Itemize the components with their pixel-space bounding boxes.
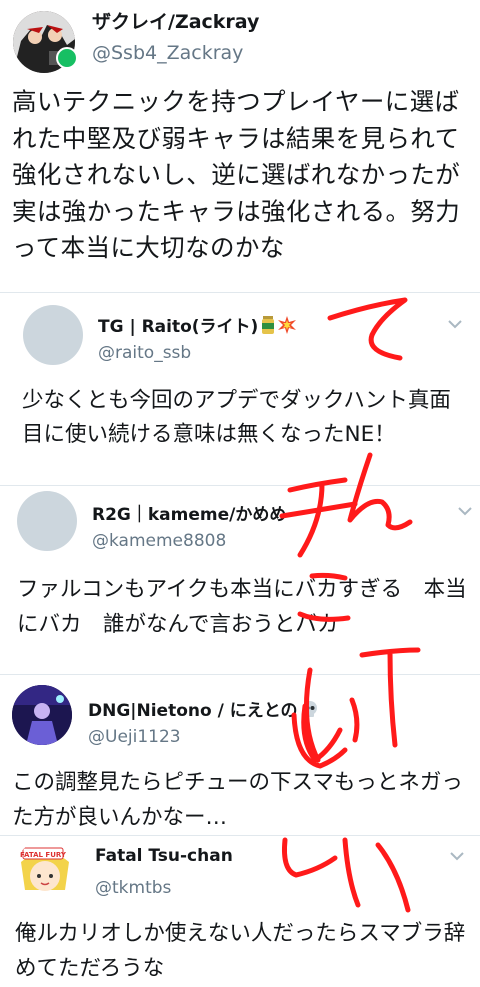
main-tweet-text: 高いテクニックを持つプレイヤーに選ばれた中堅及び弱キャラは結果を見られて強化され…	[12, 87, 461, 262]
reply-text: 俺ルカリオしか使えない人だったらスマブラ辞めてただろうな	[15, 921, 466, 981]
reply-text: この調整見たらピチューの下スマもっとネガった方が良いんかなー…	[12, 770, 463, 830]
reply-tweet[interactable]: R2G｜kameme/かめめ @kameme8808 ファルコンもアイクも本当に…	[0, 486, 480, 674]
reply-display-name[interactable]: Fatal Tsu-chan	[95, 846, 233, 866]
reply-text: 少なくとも今回のアプデでダックハント真面目に使い続ける意味は無くなったNE！	[22, 388, 451, 447]
reply-handle[interactable]: @raito_ssb	[98, 343, 191, 363]
skull-emoji-icon	[301, 700, 319, 723]
avatar-photo	[12, 685, 72, 745]
jar-emoji-icon	[261, 315, 275, 339]
reply-text: ファルコンもアイクも本当にバカすぎる 本当にバカ 誰がなんで言おうとバカ	[17, 577, 467, 637]
reply-display-name[interactable]: DNG|Nietono / にえとの	[88, 696, 319, 723]
reply-tweet[interactable]: FATAL FURY Fatal Tsu-chan @tkmtbs 俺ルカリオし…	[0, 836, 480, 987]
reply-avatar[interactable]	[23, 305, 83, 365]
main-tweet[interactable]: ザクレイ/Zackray @Ssb4_Zackray 高いテクニックを持つプレイ…	[0, 0, 480, 292]
chevron-down-icon[interactable]	[450, 851, 464, 861]
chevron-down-icon[interactable]	[448, 319, 462, 329]
avatar-illustration: FATAL FURY	[15, 840, 75, 900]
chevron-down-icon[interactable]	[458, 506, 472, 516]
reply-avatar[interactable]	[17, 491, 77, 551]
reply-handle[interactable]: @Ueji1123	[88, 727, 181, 747]
main-tweet-display-name[interactable]: ザクレイ/Zackray	[92, 7, 259, 34]
reply-display-name[interactable]: R2G｜kameme/かめめ	[92, 500, 286, 525]
reply-handle[interactable]: @tkmtbs	[95, 878, 171, 898]
reply-display-name[interactable]: TG | Raito(ライト)	[98, 312, 297, 339]
reply-tweet[interactable]: TG | Raito(ライト) @raito_ssb 少なくとも今回のアプデでダ…	[0, 293, 480, 485]
reply-avatar[interactable]: FATAL FURY	[15, 840, 75, 900]
collision-emoji-icon	[278, 315, 297, 339]
main-tweet-verified-circle-icon	[56, 47, 78, 69]
reply-avatar[interactable]	[12, 685, 72, 745]
reply-handle[interactable]: @kameme8808	[92, 531, 226, 551]
reply-tweet[interactable]: DNG|Nietono / にえとの @Ueji1123 この調整見たらピチュー…	[0, 675, 480, 835]
main-tweet-handle[interactable]: @Ssb4_Zackray	[92, 42, 243, 64]
avatar-logo-text: FATAL FURY	[20, 851, 67, 859]
